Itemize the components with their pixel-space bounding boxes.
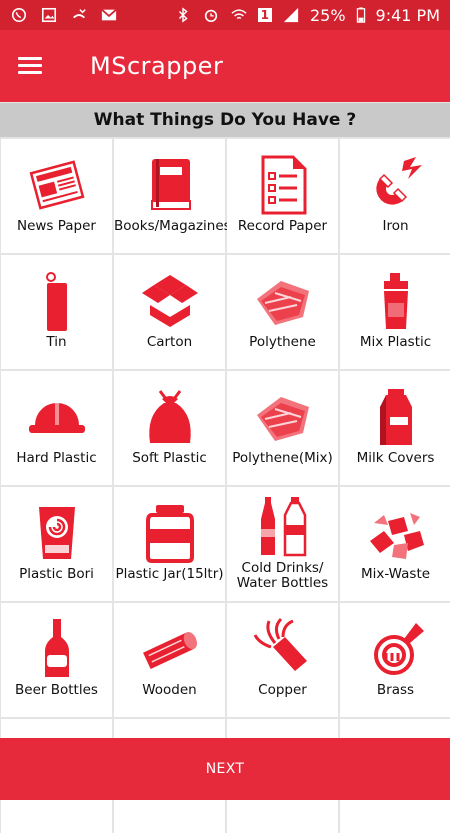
category-label: Brass (376, 682, 415, 698)
category-label: Beer Bottles (15, 682, 98, 698)
network-badge: 1 (257, 8, 272, 22)
category-news-paper[interactable]: News Paper (1, 139, 112, 253)
category-label: Milk Covers (356, 450, 435, 466)
category-brass[interactable]: Brass (340, 603, 450, 717)
category-label: Tin (46, 334, 67, 350)
category-label: Soft Plastic (132, 450, 207, 466)
polythene-mix-icon (256, 397, 309, 441)
missed-call-icon (73, 9, 86, 19)
battery-percent: 25% (309, 5, 346, 25)
category-tin[interactable]: Tin (1, 255, 112, 369)
milk-carton-icon (379, 389, 412, 445)
copper-wire-icon (253, 617, 307, 671)
category-plastic-bori[interactable]: Plastic Bori (1, 487, 112, 601)
bluetooth-icon (178, 7, 188, 23)
tin-can-icon (45, 272, 67, 331)
status-left-icons (10, 7, 118, 23)
category-beer-bottles[interactable]: Beer Bottles (1, 603, 112, 717)
category-label: Polythene(Mix) (232, 450, 333, 466)
category-label: Wooden (142, 682, 197, 698)
alarm-icon (204, 9, 217, 23)
category-label: Plastic Jar(15ltr) (115, 566, 224, 582)
book-icon (150, 159, 191, 210)
garbage-bag-icon (148, 390, 191, 443)
category-label: Mix-Waste (360, 566, 431, 582)
category-label: Plastic Bori (19, 566, 94, 582)
mixed-waste-icon (369, 513, 424, 559)
hamburger-menu-icon[interactable] (18, 57, 42, 75)
category-label: Books/Magazines (114, 218, 231, 234)
category-label: Mix Plastic (359, 334, 432, 350)
app-bar: MScrapper (0, 30, 450, 102)
category-mix-plastic[interactable]: Mix Plastic (340, 255, 450, 369)
brass-horn-icon (373, 623, 424, 675)
plastic-sack-icon (38, 507, 75, 559)
carton-box-icon (141, 275, 198, 327)
next-button[interactable]: NEXT (0, 738, 450, 800)
category-label: Cold Drinks/ Water Bottles (236, 560, 329, 591)
category-polythene-mix[interactable]: Polythene(Mix) (227, 371, 338, 485)
whatsapp-icon (11, 7, 27, 23)
battery-icon (356, 7, 365, 23)
category-label: Carton (146, 334, 193, 350)
category-label: News Paper (16, 218, 96, 234)
document-icon (261, 155, 306, 215)
wood-log-icon (142, 632, 197, 670)
category-label: Iron (382, 218, 409, 234)
category-iron[interactable]: Iron (340, 139, 450, 253)
newspaper-icon (29, 160, 84, 210)
status-right-icons: 1 25% 9:41 PM (174, 6, 440, 25)
status-time: 9:41 PM (375, 5, 440, 25)
category-cold-drinks-water-bottles[interactable]: Cold Drinks/ Water Bottles (227, 487, 338, 601)
category-label: Polythene (249, 334, 316, 350)
image-icon (41, 7, 57, 23)
status-bar: 1 25% 9:41 PM (0, 0, 450, 30)
magnet-icon (375, 157, 422, 205)
category-mix-waste[interactable]: Mix-Waste (340, 487, 450, 601)
gmail-icon (101, 8, 117, 21)
plastic-jar-icon (145, 505, 194, 563)
category-milk-covers[interactable]: Milk Covers (340, 371, 450, 485)
beer-bottle-icon (44, 619, 69, 677)
category-label: Copper (258, 682, 307, 698)
category-polythene[interactable]: Polythene (227, 255, 338, 369)
category-soft-plastic[interactable]: Soft Plastic (114, 371, 225, 485)
category-record-paper[interactable]: Record Paper (227, 139, 338, 253)
polythene-icon (256, 281, 309, 325)
category-label: Hard Plastic (16, 450, 97, 466)
shaker-bottle-icon (383, 273, 408, 329)
category-wooden[interactable]: Wooden (114, 603, 225, 717)
category-copper[interactable]: Copper (227, 603, 338, 717)
bottles-icon (260, 497, 306, 557)
category-plastic-jar[interactable]: Plastic Jar(15ltr) (114, 487, 225, 601)
wifi-icon (231, 9, 247, 20)
hard-hat-icon (28, 403, 85, 433)
category-books-magazines[interactable]: Books/Magazines (114, 139, 231, 253)
signal-icon (283, 7, 299, 23)
page-subheader: What Things Do You Have ? (0, 103, 450, 137)
app-title: MScrapper (90, 52, 224, 80)
category-grid: News Paper Books/Magazines Record Paper (0, 139, 450, 833)
category-label: Record Paper (237, 218, 328, 234)
category-carton[interactable]: Carton (114, 255, 225, 369)
category-hard-plastic[interactable]: Hard Plastic (1, 371, 112, 485)
